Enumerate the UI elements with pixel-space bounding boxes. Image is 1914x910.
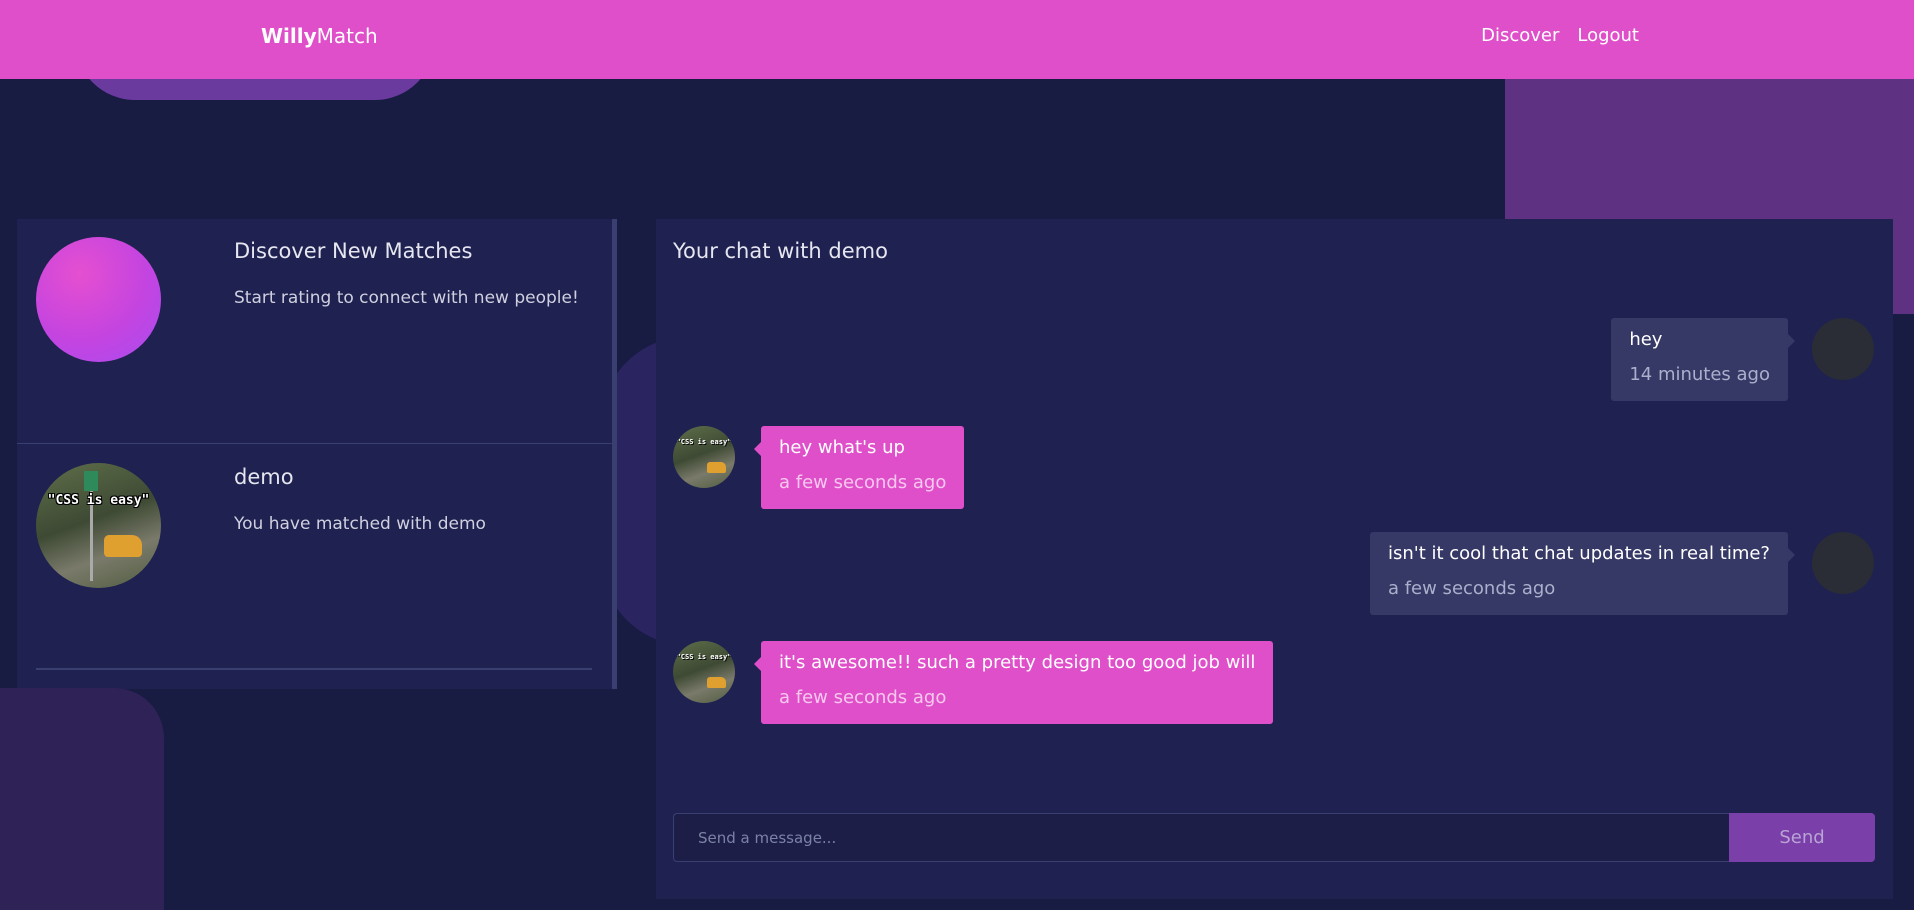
- message-bubble-received: it's awesome!! such a pretty design too …: [754, 641, 1274, 724]
- photo-car: [707, 462, 726, 473]
- match-item-will[interactable]: will: [17, 670, 612, 689]
- message-text: hey what's up: [779, 437, 905, 458]
- avatar-caption: "CSS is easy": [47, 493, 150, 508]
- message-text: hey: [1629, 329, 1663, 350]
- brand-logo-regular: Match: [316, 24, 378, 48]
- brand-logo-bold: Willy: [261, 24, 317, 48]
- nav-logout-link[interactable]: Logout: [1577, 25, 1639, 46]
- photo-sign: [84, 471, 98, 491]
- chat-panel: Your chat with demo hey 14 minutes ago "…: [656, 219, 1893, 899]
- bg-blob-left: [0, 688, 164, 910]
- avatar: "CSS is easy": [36, 463, 161, 588]
- message-bubble-received: hey what's up a few seconds ago: [754, 426, 965, 509]
- match-name: demo: [234, 465, 294, 489]
- match-subtitle: You have matched with demo: [234, 514, 486, 534]
- send-button[interactable]: Send: [1729, 813, 1875, 862]
- message-bubble-sent: hey 14 minutes ago: [1611, 318, 1795, 401]
- message-time: a few seconds ago: [779, 687, 947, 708]
- chat-title: Your chat with demo: [673, 239, 888, 263]
- my-avatar: [1812, 532, 1874, 594]
- bubble-tail: [1788, 334, 1795, 348]
- matches-panel: Discover New Matches Start rating to con…: [17, 219, 617, 689]
- demo-avatar: "CSS is easy": [673, 426, 735, 488]
- match-subtitle: Start rating to connect with new people!: [234, 288, 579, 308]
- message-input[interactable]: [673, 813, 1731, 862]
- match-name: Discover New Matches: [234, 239, 473, 263]
- message-time: a few seconds ago: [779, 472, 947, 493]
- brand-logo[interactable]: WillyMatch: [261, 24, 378, 48]
- match-item-discover[interactable]: Discover New Matches Start rating to con…: [17, 219, 612, 444]
- my-avatar: [1812, 318, 1874, 380]
- bubble-tail: [1788, 548, 1795, 562]
- top-navbar: WillyMatch Discover Logout: [0, 0, 1914, 79]
- match-item-demo[interactable]: "CSS is easy" demo You have matched with…: [17, 445, 612, 670]
- bubble-tail: [754, 442, 761, 456]
- nav-links: Discover Logout: [1481, 25, 1639, 46]
- message-text: isn't it cool that chat updates in real …: [1387, 543, 1770, 564]
- discover-avatar: [36, 237, 161, 362]
- message-bubble-sent: isn't it cool that chat updates in real …: [1369, 532, 1795, 615]
- nav-discover-link[interactable]: Discover: [1481, 25, 1559, 46]
- message-composer: Send: [673, 813, 1875, 862]
- photo-car: [707, 677, 726, 688]
- message-time: 14 minutes ago: [1629, 364, 1770, 385]
- bubble-tail: [754, 657, 761, 671]
- photo-car: [104, 535, 142, 557]
- avatar-caption: "CSS is easy": [676, 653, 732, 661]
- avatar-caption: "CSS is easy": [676, 438, 732, 446]
- demo-avatar: "CSS is easy": [673, 641, 735, 703]
- matches-scrollbar[interactable]: [612, 219, 617, 689]
- message-text: it's awesome!! such a pretty design too …: [779, 652, 1256, 673]
- message-time: a few seconds ago: [1387, 578, 1556, 599]
